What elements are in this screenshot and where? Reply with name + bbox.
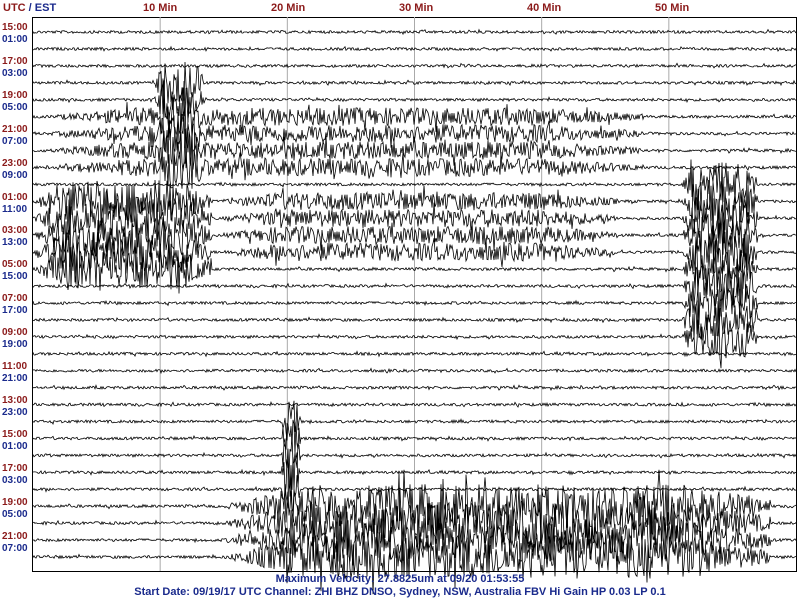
est-time-label: 23:00 xyxy=(2,406,28,418)
utc-time-label: 13:00 xyxy=(2,394,28,406)
est-time-label: 15:00 xyxy=(2,271,28,283)
est-time-label: 07:00 xyxy=(2,542,28,554)
utc-time-label: 01:00 xyxy=(2,191,28,203)
est-time-label: 05:00 xyxy=(2,101,28,113)
utc-time-label: 23:00 xyxy=(2,157,28,169)
utc-time-label: 17:00 xyxy=(2,462,28,474)
utc-header: UTC xyxy=(3,2,26,14)
est-header: EST xyxy=(34,2,57,14)
footer-start-date: Start Date: 09/19/17 UTC Channel: ZHI BH… xyxy=(134,586,666,598)
utc-time-label: 15:00 xyxy=(2,22,28,33)
utc-time-label: 09:00 xyxy=(2,327,28,339)
est-time-label: 19:00 xyxy=(2,339,28,351)
est-time-label: 17:00 xyxy=(2,305,28,317)
est-time-label: 01:00 xyxy=(2,34,28,45)
utc-time-label: 05:00 xyxy=(2,259,28,271)
utc-time-label: 19:00 xyxy=(2,496,28,508)
utc-time-label: 17:00 xyxy=(2,55,28,67)
utc-time-label: 07:00 xyxy=(2,293,28,305)
utc-time-label: 21:00 xyxy=(2,123,28,135)
est-time-label: 11:00 xyxy=(2,203,28,215)
minute-label-40: 40 Min xyxy=(527,2,562,14)
minute-label-30: 30 Min xyxy=(399,2,434,14)
seismogram-plot xyxy=(32,17,797,595)
minute-label-20: 20 Min xyxy=(271,2,306,14)
utc-time-label: 11:00 xyxy=(2,361,28,372)
est-time-label: 03:00 xyxy=(2,474,28,486)
utc-time-label: 21:00 xyxy=(2,530,28,542)
est-time-label: 21:00 xyxy=(2,373,28,384)
footer-max-velocity: Maximum Velocity: 27.8825um at 09/20 01:… xyxy=(275,573,525,585)
est-time-label: 09:00 xyxy=(2,169,28,181)
est-time-label: 13:00 xyxy=(2,237,28,249)
header-separator: / xyxy=(28,2,32,14)
minute-label-50: 50 Min xyxy=(655,2,690,14)
utc-time-label: 19:00 xyxy=(2,89,28,101)
utc-time-label: 15:00 xyxy=(2,428,28,440)
utc-time-label: 03:00 xyxy=(2,225,28,237)
minute-label-10: 10 Min xyxy=(143,2,178,14)
est-time-label: 07:00 xyxy=(2,135,28,147)
timezone-header: UTC / EST xyxy=(3,2,56,14)
est-time-label: 05:00 xyxy=(2,508,28,520)
est-time-label: 01:00 xyxy=(2,440,28,452)
est-time-label: 03:00 xyxy=(2,67,28,79)
